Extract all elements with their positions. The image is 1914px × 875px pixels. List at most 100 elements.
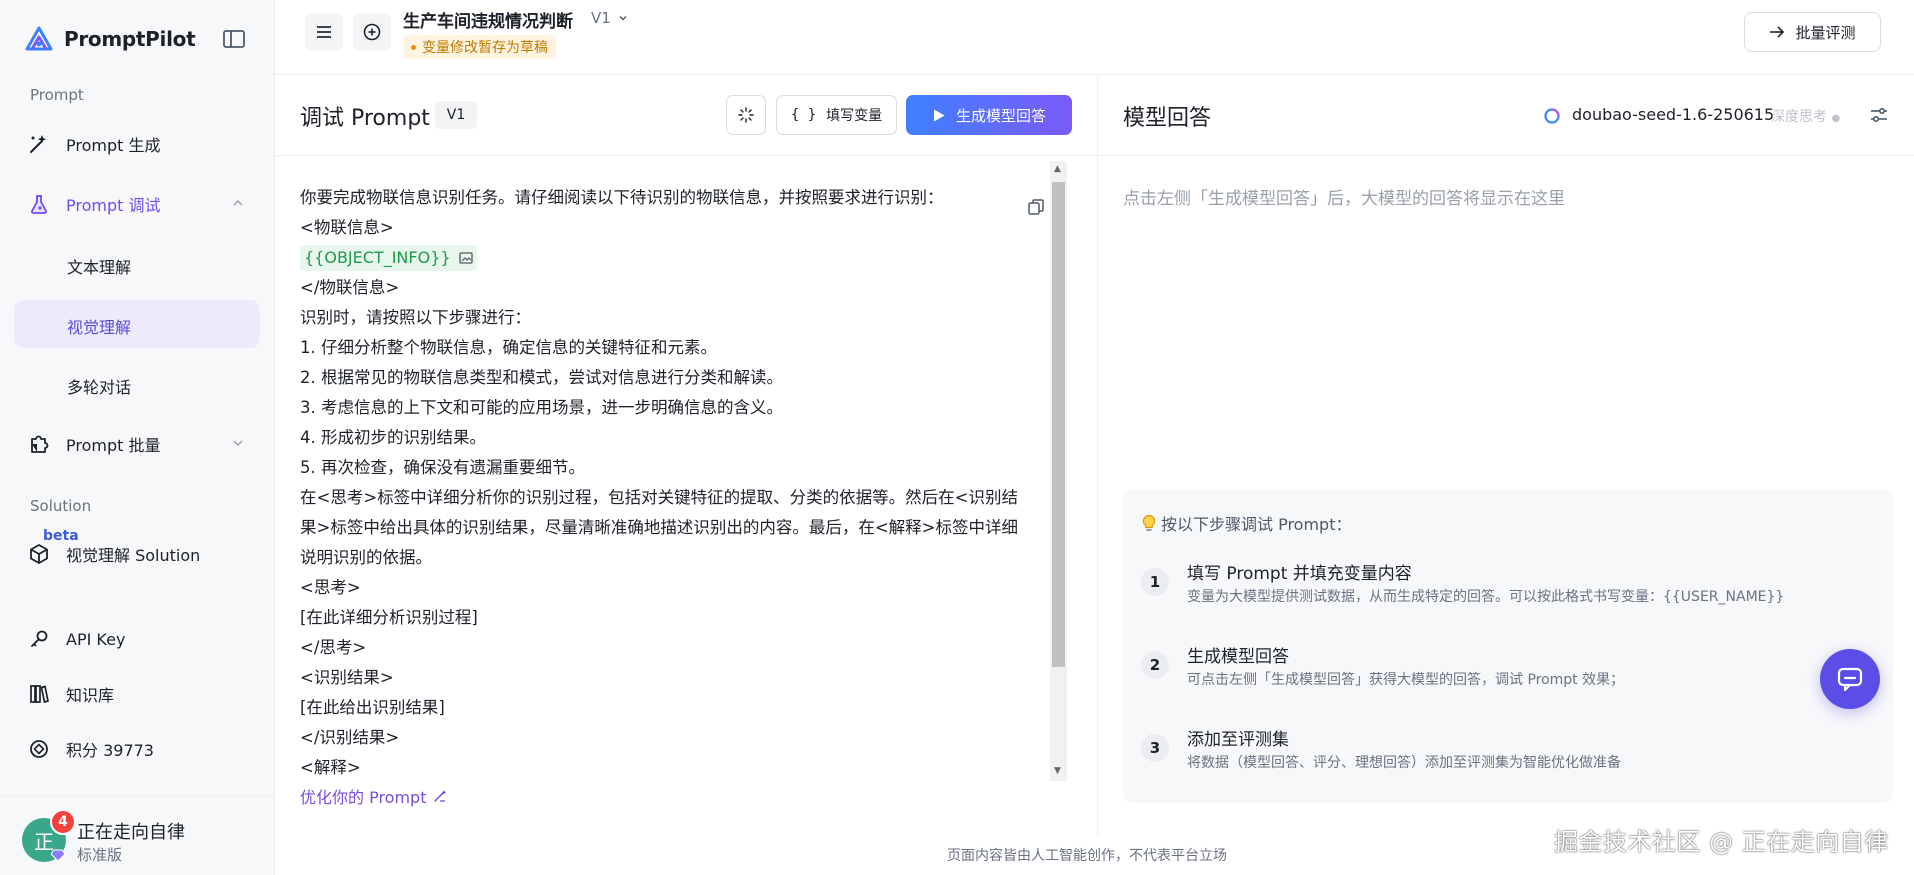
guide-title: 按以下步骤调试 Prompt： bbox=[1141, 511, 1352, 535]
variable-chip[interactable]: {{OBJECT_INFO}} bbox=[300, 245, 477, 271]
prompt-line: 4. 形成初步的识别结果。 bbox=[300, 428, 486, 447]
sidebar-item-label: 知识库 bbox=[66, 686, 115, 705]
step-number: 1 bbox=[1141, 568, 1169, 596]
plus-circle-icon bbox=[363, 23, 381, 41]
sidebar-item-label: Prompt 批量 bbox=[66, 436, 161, 455]
arrow-right-icon bbox=[1770, 26, 1785, 38]
step-title: 填写 Prompt 并填充变量内容 bbox=[1187, 564, 1412, 584]
brand[interactable]: PromptPilot bbox=[24, 25, 196, 53]
copy-icon[interactable] bbox=[1027, 198, 1045, 216]
auto-optimize-button[interactable] bbox=[726, 95, 766, 135]
chevron-down-icon bbox=[619, 16, 627, 21]
step-title: 添加至评测集 bbox=[1187, 730, 1289, 750]
sidebar-item-prompt-debug[interactable]: Prompt 调试 bbox=[14, 180, 260, 228]
fill-variables-label: 填写变量 bbox=[826, 108, 883, 124]
image-icon bbox=[458, 252, 473, 264]
prompt-line: 在<思考>标签中详细分析你的识别过程，包括对关键特征的提取、分类的依据等。然后在… bbox=[300, 488, 1018, 567]
user-plan: 标准版 bbox=[77, 846, 123, 864]
sidebar-item-label: 积分 39773 bbox=[66, 741, 154, 760]
guide-title-text: 按以下步骤调试 Prompt： bbox=[1161, 515, 1352, 534]
doubao-model-icon bbox=[1544, 108, 1560, 124]
sidebar-item-prompt-batch[interactable]: Prompt 批量 bbox=[14, 420, 260, 468]
magic-pen-icon bbox=[433, 790, 446, 802]
coin-icon bbox=[30, 740, 48, 758]
deep-think-label: 深度思考 bbox=[1771, 109, 1827, 125]
prompt-version-badge: V1 bbox=[435, 101, 477, 129]
user-name[interactable]: 正在走向自律 bbox=[77, 818, 185, 844]
draft-status-text: 变量修改暂存为草稿 bbox=[422, 40, 548, 56]
books-icon bbox=[30, 685, 49, 704]
batch-evaluate-button[interactable]: 批量评测 bbox=[1744, 12, 1881, 52]
debug-panel-header: 调试 Prompt V1 { } 填写变量 生成模型回答 bbox=[275, 76, 1097, 156]
ai-disclaimer: 页面内容皆由人工智能创作，不代表平台立场 bbox=[947, 848, 1227, 864]
sidebar-divider bbox=[0, 795, 274, 796]
sidebar-item-api-key[interactable]: API Key bbox=[14, 615, 260, 663]
add-button[interactable] bbox=[353, 13, 391, 51]
scroll-down-arrow-icon[interactable]: ▼ bbox=[1054, 766, 1061, 776]
sidebar-item-visual-solution[interactable]: 视觉理解 Solution bbox=[14, 530, 260, 578]
guide-step: 3 添加至评测集 将数据（模型回答、评分、理想回答）添加至评测集为智能优化做准备 bbox=[1141, 725, 1881, 785]
menu-button[interactable] bbox=[305, 13, 343, 51]
prompt-editor[interactable]: 你要完成物联信息识别任务。请仔细阅读以下待识别的物联信息，并按照要求进行识别： … bbox=[275, 157, 1097, 817]
sidebar: PromptPilot Prompt Prompt 生成 Prompt 调试 文… bbox=[0, 0, 275, 875]
step-description: 可点击左侧「生成模型回答」获得大模型的回答，调试 Prompt 效果； bbox=[1187, 672, 1625, 688]
version-label: V1 bbox=[591, 9, 611, 27]
prompt-line: <物联信息> bbox=[300, 218, 394, 237]
sliders-icon[interactable] bbox=[1869, 106, 1889, 124]
prompt-line: </物联信息> bbox=[300, 278, 400, 297]
promptpilot-logo-icon bbox=[25, 26, 53, 51]
version-select[interactable]: V1 bbox=[591, 9, 628, 27]
prompt-line: </识别结果> bbox=[300, 728, 400, 747]
editor-scrollbar-thumb[interactable] bbox=[1052, 182, 1065, 667]
sidebar-item-credits[interactable]: 积分 39773 bbox=[14, 725, 260, 773]
play-icon bbox=[933, 109, 945, 121]
prompt-text[interactable]: 你要完成物联信息识别任务。请仔细阅读以下待识别的物联信息，并按照要求进行识别： … bbox=[300, 183, 1022, 783]
sidebar-item-knowledge-base[interactable]: 知识库 bbox=[14, 670, 260, 718]
sidebar-subitem-text-understanding[interactable]: 文本理解 bbox=[14, 240, 260, 288]
guide-step: 1 填写 Prompt 并填充变量内容 变量为大模型提供测试数据，从而生成特定的… bbox=[1141, 559, 1881, 619]
deep-think-toggle[interactable]: 深度思考 ● bbox=[1771, 106, 1840, 126]
diamond-icon bbox=[51, 849, 65, 862]
sidebar-subitem-label: 视觉理解 bbox=[67, 318, 132, 337]
guide-step: 2 生成模型回答 可点击左侧「生成模型回答」获得大模型的回答，调试 Prompt… bbox=[1141, 642, 1881, 702]
sidebar-subitem-label: 多轮对话 bbox=[67, 378, 132, 397]
sidebar-item-prompt-generate[interactable]: Prompt 生成 bbox=[14, 120, 260, 168]
sidebar-subitem-multi-turn[interactable]: 多轮对话 bbox=[14, 360, 260, 408]
sidebar-subitem-visual-understanding[interactable]: 视觉理解 bbox=[14, 300, 260, 348]
response-panel-title: 模型回答 bbox=[1123, 106, 1212, 131]
prompt-line: 你要完成物联信息识别任务。请仔细阅读以下待识别的物联信息，并按照要求进行识别： bbox=[300, 188, 944, 207]
fill-variables-button[interactable]: { } 填写变量 bbox=[776, 95, 897, 135]
status-dot bbox=[411, 44, 416, 50]
top-header: 生产车间违规情况判断 V1 变量修改暂存为草稿 批量评测 bbox=[275, 0, 1914, 75]
page-title[interactable]: 生产车间违规情况判断 bbox=[403, 7, 573, 32]
step-number: 3 bbox=[1141, 734, 1169, 762]
response-panel-header: 模型回答 doubao-seed-1.6-250615 深度思考 ● bbox=[1098, 76, 1914, 156]
prompt-line: 2. 根据常见的物联信息类型和模式，尝试对信息进行分类和解读。 bbox=[300, 368, 783, 387]
support-chat-button[interactable] bbox=[1820, 649, 1880, 709]
sidebar-collapse-icon[interactable] bbox=[222, 28, 246, 50]
scroll-up-arrow-icon[interactable]: ▲ bbox=[1054, 164, 1061, 174]
prompt-line: [在此给出识别结果] bbox=[300, 698, 445, 717]
notification-badge: 4 bbox=[50, 809, 76, 835]
panel-divider[interactable] bbox=[1097, 76, 1098, 836]
chevron-up-icon bbox=[233, 199, 243, 206]
prompt-line: </思考> bbox=[300, 638, 367, 657]
prompt-line: <解释> bbox=[300, 758, 361, 777]
sidebar-item-label: Prompt 调试 bbox=[66, 196, 161, 215]
section-label-solution: Solution bbox=[30, 497, 92, 515]
prompt-line-variable: {{OBJECT_INFO}} bbox=[300, 243, 1022, 273]
prompt-line: <识别结果> bbox=[300, 668, 394, 687]
sidebar-subitem-label: 文本理解 bbox=[67, 258, 132, 277]
section-label-prompt: Prompt bbox=[30, 86, 84, 104]
watermark: 掘金技术社区 @ 正在走向自律 bbox=[1554, 828, 1889, 856]
debug-guide-card: 按以下步骤调试 Prompt： 1 填写 Prompt 并填充变量内容 变量为大… bbox=[1123, 489, 1893, 803]
step-title: 生成模型回答 bbox=[1187, 647, 1289, 667]
prompt-line: [在此详细分析识别过程] bbox=[300, 608, 478, 627]
generate-response-button[interactable]: 生成模型回答 bbox=[906, 95, 1072, 135]
prompt-line: 1. 仔细分析整个物联信息，确定信息的关键特征和元素。 bbox=[300, 338, 717, 357]
brand-name: PromptPilot bbox=[64, 27, 196, 51]
model-select[interactable]: doubao-seed-1.6-250615 bbox=[1572, 105, 1774, 124]
optimize-prompt-link[interactable]: 优化你的 Prompt bbox=[300, 784, 447, 808]
puzzle-icon bbox=[31, 435, 49, 453]
prompt-line: 3. 考虑信息的上下文和可能的应用场景，进一步明确信息的含义。 bbox=[300, 398, 783, 417]
